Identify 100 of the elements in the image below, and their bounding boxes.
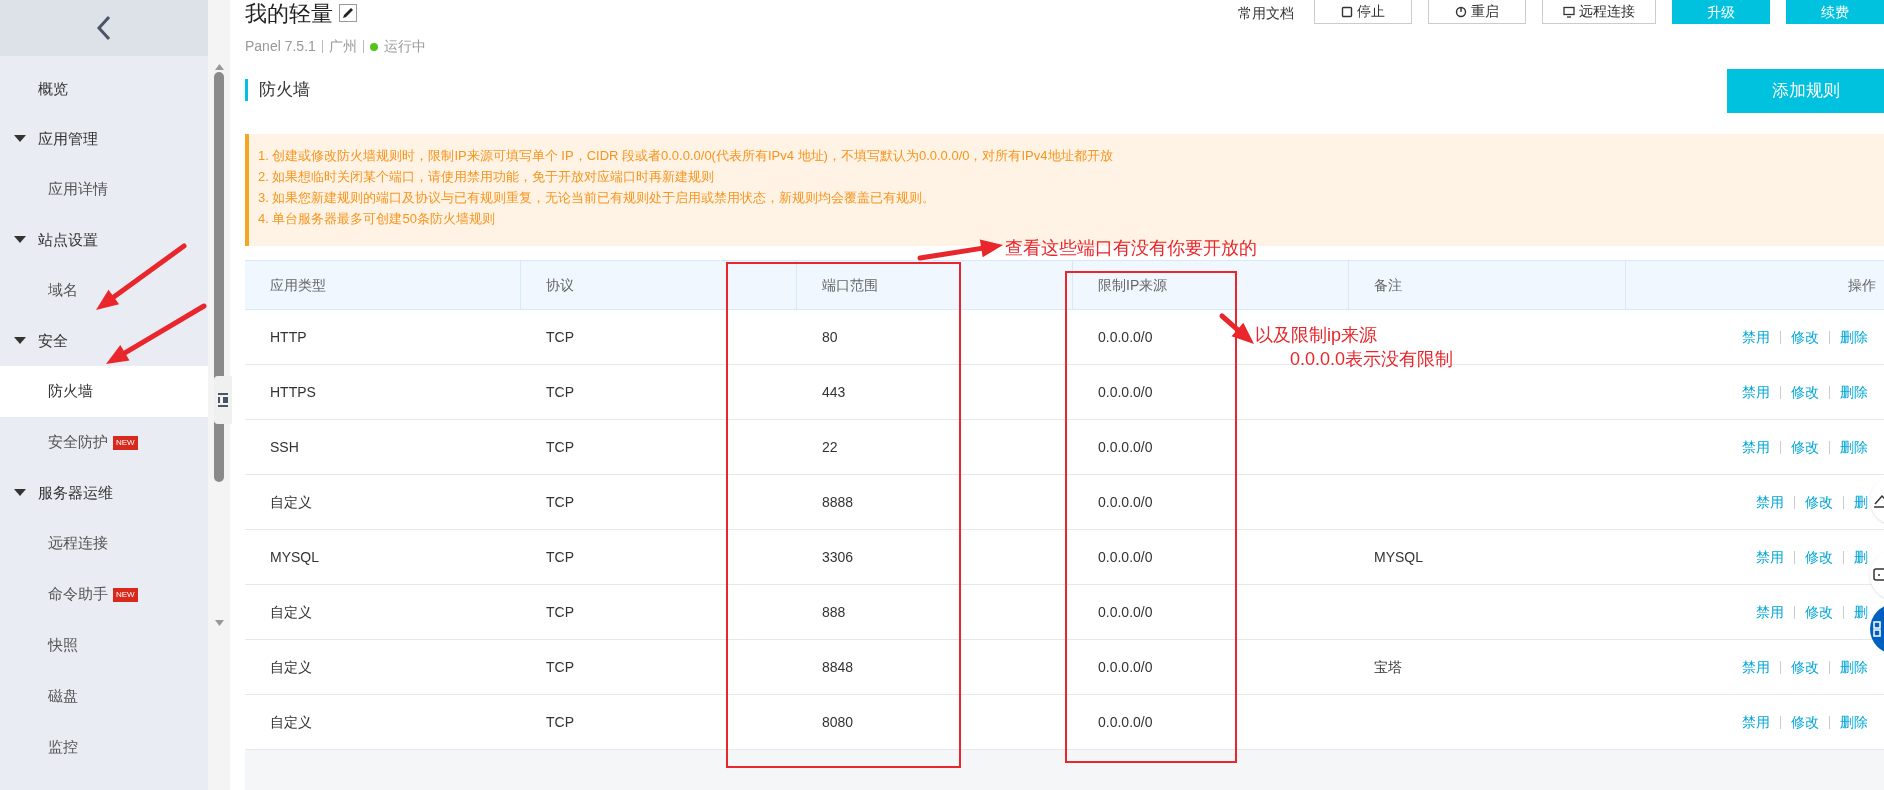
table-cell-text: 0.0.0.0/0 bbox=[1098, 327, 1153, 347]
action-link[interactable]: 删 bbox=[1854, 601, 1868, 623]
section-title: 防火墙 bbox=[259, 79, 310, 102]
collapse-icon bbox=[218, 393, 228, 407]
table-cell-text: 3306 bbox=[822, 547, 854, 567]
sidebar-item[interactable]: 监控 bbox=[0, 722, 208, 773]
scroll-down-icon[interactable] bbox=[214, 620, 224, 626]
table-cell-text: 0.0.0.0/0 bbox=[1098, 602, 1153, 622]
table-cell-text: TCP bbox=[546, 547, 574, 567]
server-info: 广州 bbox=[328, 37, 357, 56]
caret-down-icon[interactable] bbox=[14, 235, 26, 245]
action-link[interactable]: 修改 bbox=[1805, 546, 1833, 568]
edit-icon[interactable] bbox=[339, 4, 357, 22]
table-cell-text: TCP bbox=[546, 712, 574, 732]
action-link[interactable]: 禁用 bbox=[1756, 491, 1784, 513]
table-cell-text: 0.0.0.0/0 bbox=[1098, 492, 1153, 512]
table-cell-text: TCP bbox=[546, 602, 574, 622]
action-link[interactable]: 修改 bbox=[1805, 601, 1833, 623]
arrow bbox=[1219, 313, 1254, 344]
sidebar-group[interactable]: 安全 bbox=[38, 329, 68, 353]
caret-down-icon[interactable] bbox=[14, 134, 26, 144]
table-cell-text: HTTPS bbox=[270, 382, 316, 402]
caret-down-icon[interactable] bbox=[14, 336, 26, 346]
sidebar-item[interactable]: 域名 bbox=[0, 265, 208, 316]
table-cell-text: 22 bbox=[822, 437, 838, 457]
table-cell-text: 888 bbox=[822, 602, 846, 622]
table-cell-text: 443 bbox=[822, 382, 846, 402]
table-cell-text: TCP bbox=[546, 437, 574, 457]
table-cell-text: 8080 bbox=[822, 712, 854, 732]
toolbar-button[interactable]: 重启 bbox=[1428, 0, 1526, 24]
action-link[interactable]: 禁用 bbox=[1742, 381, 1770, 403]
action-link[interactable]: 修改 bbox=[1791, 711, 1819, 733]
table-cell-text: 0.0.0.0/0 bbox=[1098, 712, 1153, 732]
status-label: 运行中 bbox=[383, 37, 426, 56]
back-chevron-icon[interactable] bbox=[96, 15, 112, 41]
action-link[interactable]: 删除 bbox=[1840, 656, 1868, 678]
docs-link[interactable]: 常用文档 bbox=[1238, 3, 1294, 24]
action-link[interactable]: 禁用 bbox=[1756, 601, 1784, 623]
action-link[interactable]: 删除 bbox=[1840, 381, 1868, 403]
table-cell-text: 自定义 bbox=[270, 602, 312, 622]
action-link[interactable]: 删 bbox=[1854, 491, 1868, 513]
notice-text: 1. 创建或修改防火墙规则时，限制IP来源可填写单个 IP，CIDR 段或者0.0.0.0/0(代表所有IPv4 地址)，不填写默认为0.0.0.0/0，对所有IPv4地址都开放 bbox=[258, 147, 1114, 165]
toolbar-button[interactable]: 远程连接 bbox=[1542, 0, 1656, 24]
sidebar-item[interactable]: 磁盘 bbox=[0, 671, 208, 722]
toolbar-button[interactable]: 升级 bbox=[1672, 0, 1770, 24]
action-link[interactable]: 删 bbox=[1854, 546, 1868, 568]
table-cell-text: 0.0.0.0/0 bbox=[1098, 547, 1153, 567]
action-link[interactable]: 禁用 bbox=[1742, 711, 1770, 733]
server-info: Panel 7.5.1 bbox=[245, 37, 316, 56]
add-rule-button[interactable]: 添加规则 bbox=[1727, 69, 1884, 114]
action-link[interactable]: 删除 bbox=[1840, 326, 1868, 348]
scroll-up-icon[interactable] bbox=[214, 64, 224, 70]
sidebar-group[interactable]: 应用管理 bbox=[38, 127, 98, 151]
action-link[interactable]: 修改 bbox=[1791, 326, 1819, 348]
column-header: 应用类型 bbox=[270, 275, 326, 295]
table-cell-text: 8848 bbox=[822, 657, 854, 677]
table-cell-text: 自定义 bbox=[270, 492, 312, 512]
column-header: 限制IP来源 bbox=[1098, 275, 1168, 295]
power-icon bbox=[1455, 5, 1467, 18]
sidebar-item[interactable]: 概览 bbox=[38, 77, 68, 101]
action-link[interactable]: 修改 bbox=[1791, 381, 1819, 403]
action-link[interactable]: 禁用 bbox=[1742, 436, 1770, 458]
sidebar-item[interactable]: 安全防护 NEW bbox=[0, 417, 208, 468]
table-cell-text: 8888 bbox=[822, 492, 854, 512]
caret-down-icon[interactable] bbox=[14, 488, 26, 498]
annotation-text: 查看这些端口有没有你要开放的 bbox=[1005, 237, 1257, 260]
action-link[interactable]: 删除 bbox=[1840, 711, 1868, 733]
action-link[interactable]: 修改 bbox=[1805, 491, 1833, 513]
toolbar-button[interactable]: 停止 bbox=[1314, 0, 1412, 24]
table-cell-text: TCP bbox=[546, 327, 574, 347]
annotation-text: 以及限制ip来源 bbox=[1255, 324, 1377, 347]
action-link[interactable]: 修改 bbox=[1791, 656, 1819, 678]
action-link[interactable]: 删除 bbox=[1840, 436, 1868, 458]
table-cell-text: TCP bbox=[546, 657, 574, 677]
table-cell-text: 自定义 bbox=[270, 712, 312, 732]
new-badge: NEW bbox=[113, 587, 138, 602]
column-header: 操作 bbox=[1848, 275, 1876, 295]
toolbar-button[interactable]: 续费 bbox=[1786, 0, 1884, 24]
action-link[interactable]: 修改 bbox=[1791, 436, 1819, 458]
action-link[interactable]: 禁用 bbox=[1756, 546, 1784, 568]
sidebar-group[interactable]: 服务器运维 bbox=[38, 481, 113, 505]
table-cell-text: HTTP bbox=[270, 327, 307, 347]
sidebar-item[interactable]: 快照 bbox=[0, 620, 208, 671]
annotation-text: 0.0.0.0表示没有限制 bbox=[1290, 348, 1454, 371]
table-cell-text: SSH bbox=[270, 437, 299, 457]
sidebar-item[interactable]: 远程连接 bbox=[0, 518, 208, 569]
action-link[interactable]: 禁用 bbox=[1742, 656, 1770, 678]
sidebar-item[interactable]: 应用详情 bbox=[0, 164, 208, 215]
new-badge: NEW bbox=[113, 435, 138, 450]
table-cell-text: 自定义 bbox=[270, 657, 312, 677]
notice-text: 3. 如果您新建规则的端口及协议与已有规则重复，无论当前已有规则处于启用或禁用状态，新规则均会覆盖已有规则。 bbox=[258, 189, 937, 207]
sidebar-group[interactable]: 站点设置 bbox=[38, 228, 98, 252]
stop-icon bbox=[1341, 5, 1353, 18]
sidebar-item[interactable]: 防火墙 bbox=[0, 366, 208, 417]
table-cell-text: TCP bbox=[546, 382, 574, 402]
collapse-handle[interactable] bbox=[214, 376, 232, 424]
grid-icon bbox=[1873, 621, 1884, 637]
action-link[interactable]: 禁用 bbox=[1742, 326, 1770, 348]
sidebar-item[interactable]: 命令助手 NEW bbox=[0, 569, 208, 620]
table-cell-text: 0.0.0.0/0 bbox=[1098, 437, 1153, 457]
